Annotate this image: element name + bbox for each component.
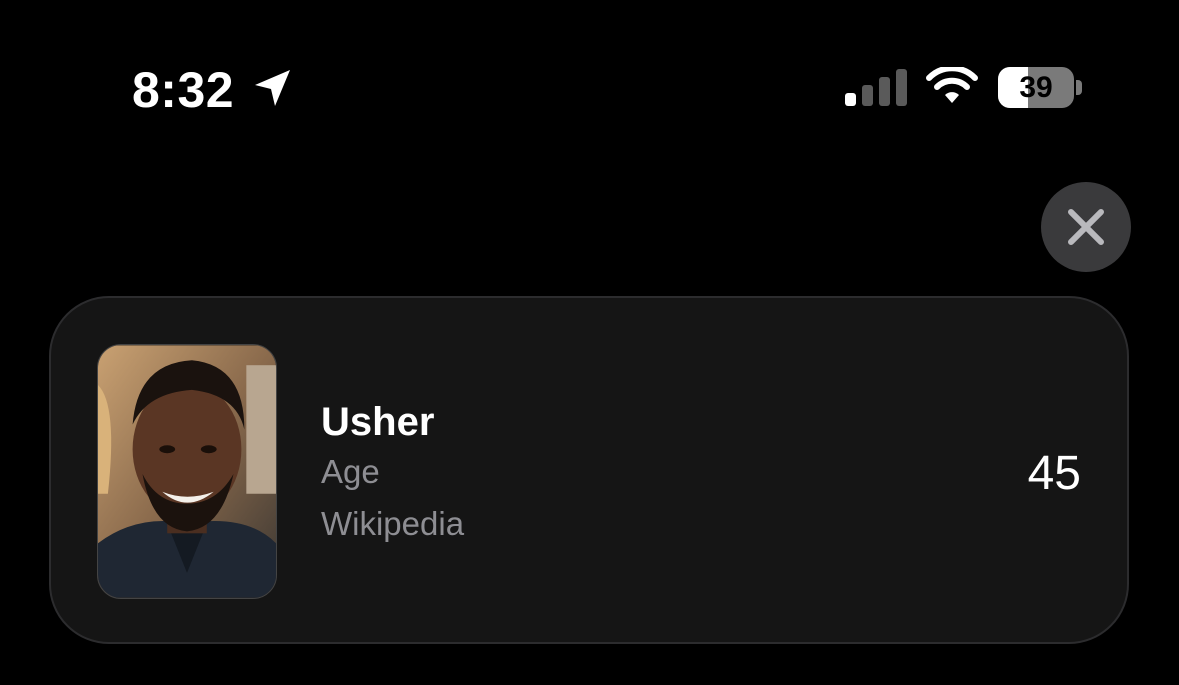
wifi-icon [926,67,978,103]
status-time: 8:32 [132,62,235,118]
result-value: 45 [1027,447,1081,500]
screen: 8:32 39 Usher Age Wikipedia 45 [0,0,1179,685]
result-card[interactable]: Usher Age Wikipedia 45 [49,296,1129,644]
cellular-signal-icon [845,69,907,106]
result-name: Usher [321,400,435,444]
close-button[interactable] [1041,182,1131,272]
person-photo [97,344,277,599]
battery-percentage: 39 [1019,71,1053,104]
result-source-link[interactable]: Wikipedia [321,504,464,544]
close-icon [1068,209,1104,245]
battery-nub [1076,80,1082,95]
result-attribute: Age [321,453,380,490]
battery-indicator: 39 [998,67,1074,108]
location-arrow-icon [255,70,290,106]
portrait-illustration [98,345,276,598]
